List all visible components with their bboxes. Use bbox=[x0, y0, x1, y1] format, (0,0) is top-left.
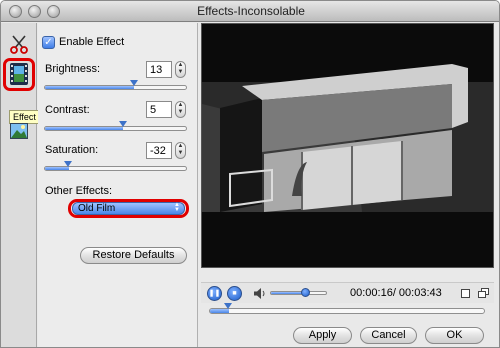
stop-button[interactable]: ■ bbox=[227, 286, 242, 301]
contrast-field[interactable]: 5 bbox=[146, 101, 172, 118]
enable-effect-label: Enable Effect bbox=[59, 36, 125, 48]
volume-slider-fill bbox=[271, 292, 306, 294]
effect-settings-panel: ✓ Enable Effect Brightness: 13 ▲ ▼ Contra… bbox=[38, 23, 198, 347]
contrast-slider-fill bbox=[45, 127, 123, 130]
brightness-stepper[interactable]: ▲ ▼ bbox=[175, 61, 186, 78]
timeline-thumb[interactable] bbox=[224, 303, 233, 309]
effects-window: Effects-Inconsolable Effect ✓ Enable Eff… bbox=[0, 0, 500, 348]
volume-slider[interactable] bbox=[270, 291, 327, 295]
contrast-slider[interactable] bbox=[44, 126, 187, 131]
other-effects-select[interactable]: Old Film ▲ ▼ bbox=[72, 202, 185, 215]
time-display: 00:00:16/ 00:03:43 bbox=[350, 287, 442, 299]
video-preview bbox=[201, 23, 494, 268]
saturation-slider-fill bbox=[45, 167, 69, 170]
ok-button[interactable]: OK bbox=[425, 327, 484, 344]
apply-button[interactable]: Apply bbox=[293, 327, 352, 344]
select-arrows-icon: ▲ ▼ bbox=[174, 202, 180, 213]
title-bar: Effects-Inconsolable bbox=[1, 1, 499, 22]
other-effects-label: Other Effects: bbox=[45, 185, 113, 197]
player-controls: ❚❚ ■ 00:00:16/ 00:03:43 bbox=[201, 282, 494, 303]
image-tool-button[interactable] bbox=[7, 119, 31, 143]
saturation-field[interactable]: -32 bbox=[146, 142, 172, 159]
pause-button[interactable]: ❚❚ bbox=[207, 286, 222, 301]
window-title: Effects-Inconsolable bbox=[197, 4, 305, 18]
brightness-slider[interactable] bbox=[44, 85, 187, 90]
trim-tool-button[interactable] bbox=[7, 32, 31, 56]
volume-slider-thumb[interactable] bbox=[300, 288, 310, 297]
brightness-slider-fill bbox=[45, 86, 134, 89]
brightness-field[interactable]: 13 bbox=[146, 61, 172, 78]
volume-icon[interactable] bbox=[254, 288, 266, 299]
timeline-slider[interactable] bbox=[209, 308, 485, 314]
normal-size-icon[interactable] bbox=[461, 289, 470, 298]
effect-tool-button[interactable] bbox=[7, 62, 31, 86]
tool-strip: Effect bbox=[1, 23, 40, 347]
contrast-label: Contrast: bbox=[45, 104, 90, 116]
contrast-slider-thumb[interactable] bbox=[118, 121, 127, 127]
enable-effect-checkbox[interactable]: ✓ bbox=[42, 36, 55, 49]
brightness-slider-thumb[interactable] bbox=[130, 80, 139, 86]
fullscreen-icon[interactable] bbox=[478, 288, 489, 298]
other-effects-value: Old Film bbox=[78, 203, 116, 214]
scissors-icon bbox=[10, 35, 28, 54]
video-frame bbox=[202, 24, 493, 267]
saturation-slider-thumb[interactable] bbox=[64, 161, 73, 167]
saturation-stepper[interactable]: ▲ ▼ bbox=[175, 142, 186, 159]
film-strip-icon bbox=[10, 63, 28, 85]
restore-defaults-button[interactable]: Restore Defaults bbox=[80, 247, 187, 264]
brightness-label: Brightness: bbox=[45, 63, 101, 75]
saturation-label: Saturation: bbox=[45, 144, 99, 156]
cancel-button[interactable]: Cancel bbox=[360, 327, 417, 344]
picture-icon bbox=[10, 123, 28, 139]
contrast-stepper[interactable]: ▲ ▼ bbox=[175, 101, 186, 118]
timeline-progress bbox=[210, 309, 230, 313]
